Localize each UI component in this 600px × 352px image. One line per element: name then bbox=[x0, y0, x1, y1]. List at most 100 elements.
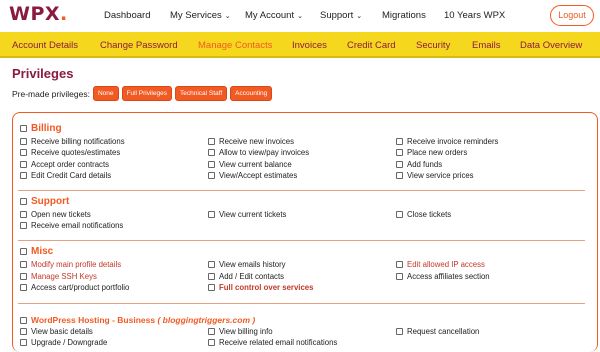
privilege-checkbox[interactable]: Open new tickets bbox=[20, 210, 91, 219]
checkbox[interactable] bbox=[20, 222, 27, 229]
premade-technical-staff-button[interactable]: Technical Staff bbox=[174, 86, 228, 101]
billing-all-checkbox[interactable] bbox=[20, 125, 27, 132]
tab-invoices[interactable]: Invoices bbox=[292, 40, 327, 51]
privilege-checkbox[interactable]: View basic details bbox=[20, 327, 93, 336]
tab-manage-contacts[interactable]: Manage Contacts bbox=[198, 40, 272, 51]
premade-label: Pre-made privileges: bbox=[12, 88, 90, 99]
nav-label: 10 Years WPX bbox=[444, 10, 506, 21]
premade-full-privileges-button[interactable]: Full Privileges bbox=[121, 86, 172, 101]
tab-data-overview[interactable]: Data Overview bbox=[520, 40, 582, 51]
checkbox[interactable] bbox=[20, 339, 27, 346]
privilege-label: View service prices bbox=[407, 171, 474, 180]
privilege-label: Full control over services bbox=[219, 283, 314, 292]
nav-10-years-wpx[interactable]: 10 Years WPX bbox=[444, 10, 505, 21]
privilege-checkbox[interactable]: View current tickets bbox=[208, 210, 286, 219]
privilege-checkbox[interactable]: View current balance bbox=[208, 160, 292, 169]
checkbox[interactable] bbox=[396, 273, 403, 280]
privilege-checkbox[interactable]: Receive invoice reminders bbox=[396, 137, 498, 146]
nav-label: My Account bbox=[245, 10, 295, 21]
nav-my-account[interactable]: My Account ⌄ bbox=[245, 10, 303, 21]
nav-label: Migrations bbox=[382, 10, 426, 21]
section-title: Support bbox=[31, 196, 70, 207]
privilege-checkbox[interactable]: View service prices bbox=[396, 171, 474, 180]
checkbox[interactable] bbox=[208, 328, 215, 335]
checkbox[interactable] bbox=[396, 172, 403, 179]
privilege-checkbox[interactable]: Receive billing notifications bbox=[20, 137, 125, 146]
privilege-label: View/Accept estimates bbox=[219, 171, 298, 180]
privilege-checkbox[interactable]: View billing info bbox=[208, 327, 273, 336]
checkbox[interactable] bbox=[20, 273, 27, 280]
billing-section-header[interactable]: Billing bbox=[20, 123, 62, 134]
tab-security[interactable]: Security bbox=[416, 40, 450, 51]
privilege-checkbox[interactable]: View emails history bbox=[208, 260, 286, 269]
checkbox[interactable] bbox=[208, 161, 215, 168]
privilege-label: Receive billing notifications bbox=[31, 137, 125, 146]
tab-emails[interactable]: Emails bbox=[472, 40, 501, 51]
tab-credit-card[interactable]: Credit Card bbox=[347, 40, 396, 51]
privilege-checkbox[interactable]: Accept order contracts bbox=[20, 160, 109, 169]
checkbox[interactable] bbox=[20, 138, 27, 145]
nav-support[interactable]: Support ⌄ bbox=[320, 10, 362, 21]
checkbox[interactable] bbox=[208, 211, 215, 218]
privilege-checkbox[interactable]: Access affiliates section bbox=[396, 272, 490, 281]
chevron-down-icon: ⌄ bbox=[297, 13, 303, 20]
tab-account-details[interactable]: Account Details bbox=[12, 40, 78, 51]
privilege-checkbox[interactable]: Place new orders bbox=[396, 148, 467, 157]
misc-section-header[interactable]: Misc bbox=[20, 246, 53, 257]
logout-button[interactable]: Logout bbox=[550, 5, 594, 26]
checkbox[interactable] bbox=[396, 328, 403, 335]
privilege-checkbox[interactable]: Edit allowed IP access bbox=[396, 260, 485, 269]
nav-my-services[interactable]: My Services ⌄ bbox=[170, 10, 231, 21]
checkbox[interactable] bbox=[208, 149, 215, 156]
checkbox[interactable] bbox=[20, 261, 27, 268]
checkbox[interactable] bbox=[20, 284, 27, 291]
privilege-checkbox[interactable]: View/Accept estimates bbox=[208, 171, 297, 180]
checkbox[interactable] bbox=[20, 161, 27, 168]
privilege-checkbox[interactable]: Close tickets bbox=[396, 210, 451, 219]
checkbox[interactable] bbox=[20, 211, 27, 218]
checkbox[interactable] bbox=[208, 339, 215, 346]
premade-none-button[interactable]: None bbox=[92, 86, 119, 101]
tab-change-password[interactable]: Change Password bbox=[100, 40, 178, 51]
privilege-checkbox[interactable]: Edit Credit Card details bbox=[20, 171, 111, 180]
privilege-checkbox[interactable]: Request cancellation bbox=[396, 327, 479, 336]
privilege-label: Manage SSH Keys bbox=[31, 272, 97, 281]
privilege-checkbox[interactable]: Manage SSH Keys bbox=[20, 272, 97, 281]
checkbox[interactable] bbox=[20, 328, 27, 335]
checkbox[interactable] bbox=[208, 273, 215, 280]
wpx-logo[interactable]: WPX. bbox=[9, 3, 68, 25]
checkbox[interactable] bbox=[20, 149, 27, 156]
nav-migrations[interactable]: Migrations bbox=[382, 10, 426, 21]
privilege-checkbox[interactable]: Allow to view/pay invoices bbox=[208, 148, 309, 157]
privilege-checkbox[interactable]: Receive email notifications bbox=[20, 221, 123, 230]
hosting-section-header[interactable]: WordPress Hosting - Business ( bloggingt… bbox=[20, 315, 255, 325]
privilege-checkbox[interactable]: Add / Edit contacts bbox=[208, 272, 284, 281]
checkbox[interactable] bbox=[208, 138, 215, 145]
checkbox[interactable] bbox=[208, 284, 215, 291]
checkbox[interactable] bbox=[208, 261, 215, 268]
checkbox[interactable] bbox=[396, 261, 403, 268]
privilege-checkbox[interactable]: Add funds bbox=[396, 160, 442, 169]
misc-all-checkbox[interactable] bbox=[20, 248, 27, 255]
logo-dot-icon: . bbox=[60, 3, 68, 25]
nav-dashboard[interactable]: Dashboard bbox=[104, 10, 150, 21]
privilege-checkbox[interactable]: Full control over services bbox=[208, 283, 313, 292]
support-section-header[interactable]: Support bbox=[20, 196, 69, 207]
privilege-checkbox[interactable]: Receive new invoices bbox=[208, 137, 294, 146]
privilege-checkbox[interactable]: Modify main profile details bbox=[20, 260, 121, 269]
checkbox[interactable] bbox=[396, 149, 403, 156]
checkbox[interactable] bbox=[396, 211, 403, 218]
hosting-all-checkbox[interactable] bbox=[20, 316, 27, 324]
checkbox[interactable] bbox=[20, 172, 27, 179]
privilege-label: Access cart/product portfolio bbox=[31, 283, 130, 292]
privilege-checkbox[interactable]: Receive quotes/estimates bbox=[20, 148, 120, 157]
checkbox[interactable] bbox=[396, 161, 403, 168]
support-all-checkbox[interactable] bbox=[20, 198, 27, 205]
privilege-label: View emails history bbox=[219, 260, 286, 269]
privilege-label: Close tickets bbox=[407, 210, 452, 219]
premade-accounting-button[interactable]: Accounting bbox=[230, 86, 273, 101]
privilege-checkbox[interactable]: Access cart/product portfolio bbox=[20, 283, 129, 292]
checkbox[interactable] bbox=[208, 172, 215, 179]
checkbox[interactable] bbox=[396, 138, 403, 145]
privilege-label: Modify main profile details bbox=[31, 260, 122, 269]
